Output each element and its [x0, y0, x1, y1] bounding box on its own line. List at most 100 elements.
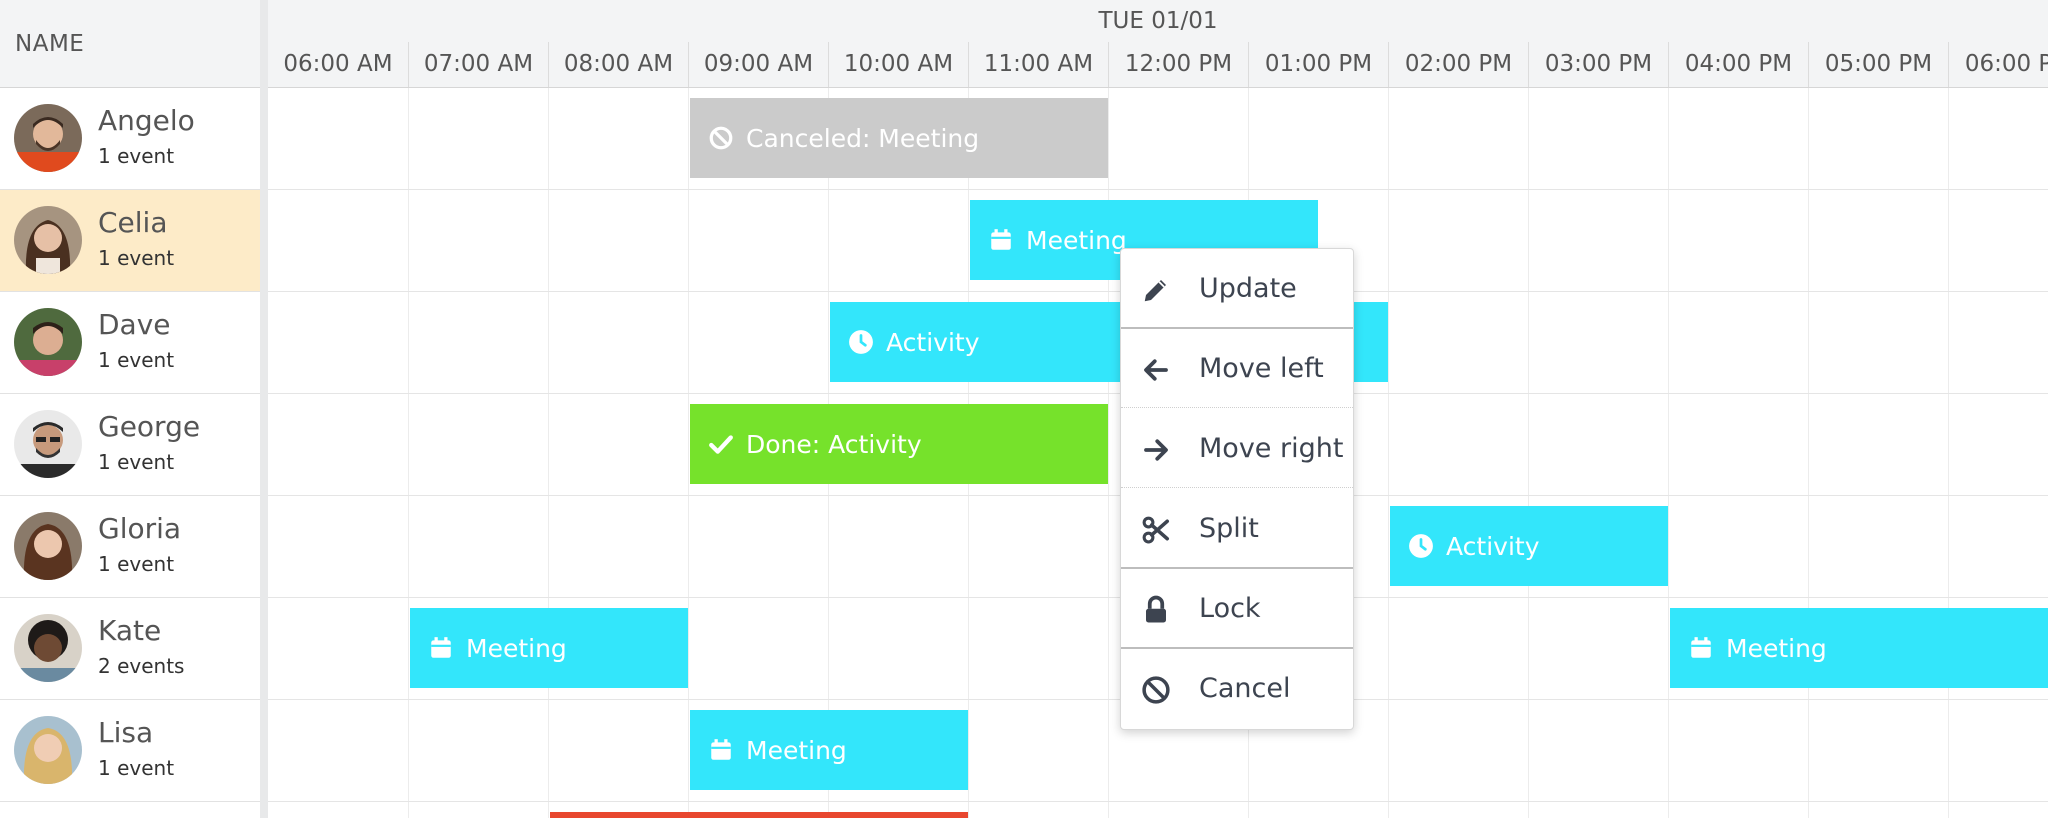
event-meeting[interactable]: Meeting — [1670, 608, 2048, 688]
grid-line — [268, 189, 2048, 190]
resource-row-george[interactable]: George 1 event — [0, 394, 260, 496]
resource-event-count: 1 event — [98, 552, 175, 576]
menu-item-update[interactable]: Update — [1121, 249, 1353, 327]
menu-item-cancel[interactable]: Cancel — [1121, 649, 1353, 727]
clock-icon — [849, 330, 873, 354]
resource-row-kate[interactable]: Kate 2 events — [0, 598, 260, 700]
event-label: Meeting — [1026, 225, 1127, 255]
date-label: TUE 01/01 — [1098, 8, 1218, 34]
event-label: Activity — [1446, 531, 1540, 561]
resource-row-dave[interactable]: Dave 1 event — [0, 292, 260, 394]
avatar — [14, 512, 82, 580]
resource-event-count: 2 events — [98, 654, 185, 678]
lock-icon — [1146, 595, 1166, 623]
name-column-header-label: NAME — [15, 30, 85, 57]
hour-label: 06:00 PM — [1948, 42, 2048, 87]
grid-line — [268, 801, 2048, 802]
resource-event-count: 1 event — [98, 756, 175, 780]
resource-event-count: 1 event — [98, 348, 175, 372]
menu-item-label: Move left — [1199, 352, 1324, 384]
menu-item-move-right[interactable]: Move right — [1121, 409, 1353, 487]
event-label: Done: Activity — [746, 429, 922, 459]
hour-label: 04:00 PM — [1668, 42, 1808, 87]
resource-row-gloria[interactable]: Gloria 1 event — [0, 496, 260, 598]
event-meeting[interactable]: Meeting — [690, 710, 968, 790]
event-label: Activity — [886, 327, 980, 357]
avatar — [14, 206, 82, 274]
ban-icon — [709, 126, 733, 150]
resource-name: Dave — [98, 308, 171, 341]
calendar-icon — [1691, 637, 1711, 658]
event-done-activity[interactable]: Done: Activity — [690, 404, 1108, 484]
menu-item-label: Move right — [1199, 432, 1344, 464]
resource-row-celia[interactable]: Celia 1 event — [0, 190, 260, 292]
menu-item-split[interactable]: Split — [1121, 489, 1353, 567]
check-icon — [709, 435, 733, 454]
calendar-icon — [711, 739, 731, 760]
event-partial[interactable] — [550, 812, 968, 818]
event-meeting[interactable]: Meeting — [410, 608, 688, 688]
event-label: Meeting — [1726, 633, 1827, 663]
menu-divider — [1121, 407, 1353, 408]
resource-row-lisa[interactable]: Lisa 1 event — [0, 700, 260, 802]
resource-name: Angelo — [98, 104, 195, 137]
avatar — [14, 104, 82, 172]
avatar — [14, 716, 82, 784]
avatar — [14, 614, 82, 682]
calendar-icon — [991, 229, 1011, 250]
menu-item-label: Lock — [1199, 592, 1261, 624]
hour-label: 01:00 PM — [1248, 42, 1388, 87]
menu-item-move-left[interactable]: Move left — [1121, 329, 1353, 407]
hours-header: 06:00 AM 07:00 AM 08:00 AM 09:00 AM 10:0… — [268, 42, 2048, 88]
hour-label: 12:00 PM — [1108, 42, 1248, 87]
grid-line — [1948, 88, 1949, 818]
grid-line — [1388, 88, 1389, 818]
hour-label: 10:00 AM — [828, 42, 968, 87]
column-splitter[interactable] — [260, 0, 268, 818]
date-header: TUE 01/01 — [268, 0, 2048, 42]
grid-line — [1528, 88, 1529, 818]
menu-divider — [1121, 487, 1353, 488]
hour-label: 08:00 AM — [548, 42, 688, 87]
event-label: Canceled: Meeting — [746, 123, 980, 153]
resource-column: NAME Angelo 1 event Celia 1 event Dave 1… — [0, 0, 260, 818]
grid-line — [1668, 88, 1669, 818]
resource-name: Gloria — [98, 512, 182, 545]
hour-label: 07:00 AM — [408, 42, 548, 87]
menu-item-label: Split — [1199, 512, 1259, 544]
resource-name: Lisa — [98, 716, 154, 749]
menu-item-label: Cancel — [1199, 672, 1291, 704]
resource-name: George — [98, 410, 201, 443]
event-activity[interactable]: Activity — [1390, 506, 1668, 586]
hour-label: 09:00 AM — [688, 42, 828, 87]
event-label: Meeting — [466, 633, 567, 663]
clock-icon — [1409, 534, 1433, 558]
resource-name: Kate — [98, 614, 162, 647]
grid-line — [408, 88, 409, 818]
grid-line — [688, 88, 689, 818]
resource-event-count: 1 event — [98, 246, 175, 270]
calendar-icon — [431, 637, 451, 658]
resource-event-count: 1 event — [98, 450, 175, 474]
event-canceled-meeting[interactable]: Canceled: Meeting — [690, 98, 1108, 178]
event-context-menu: Update Move left Move right Split Lock C… — [1120, 248, 1354, 730]
arrow-left-icon — [1144, 359, 1168, 381]
grid-line — [1108, 88, 1109, 818]
pencil-icon — [1144, 280, 1166, 302]
grid-line — [548, 88, 549, 818]
hour-label: 06:00 AM — [283, 51, 393, 77]
name-column-header[interactable]: NAME — [0, 0, 260, 88]
event-label: Meeting — [746, 735, 847, 765]
hour-label: 03:00 PM — [1528, 42, 1668, 87]
scissors-icon — [1142, 516, 1169, 544]
resource-event-count: 1 event — [98, 144, 175, 168]
resource-name: Celia — [98, 206, 168, 239]
ban-icon — [1142, 676, 1170, 704]
hour-label: 11:00 AM — [968, 42, 1108, 87]
avatar — [14, 308, 82, 376]
avatar — [14, 410, 82, 478]
menu-item-lock[interactable]: Lock — [1121, 569, 1353, 647]
resource-row-angelo[interactable]: Angelo 1 event — [0, 88, 260, 190]
hour-label: 05:00 PM — [1808, 42, 1948, 87]
grid-line — [1808, 88, 1809, 818]
